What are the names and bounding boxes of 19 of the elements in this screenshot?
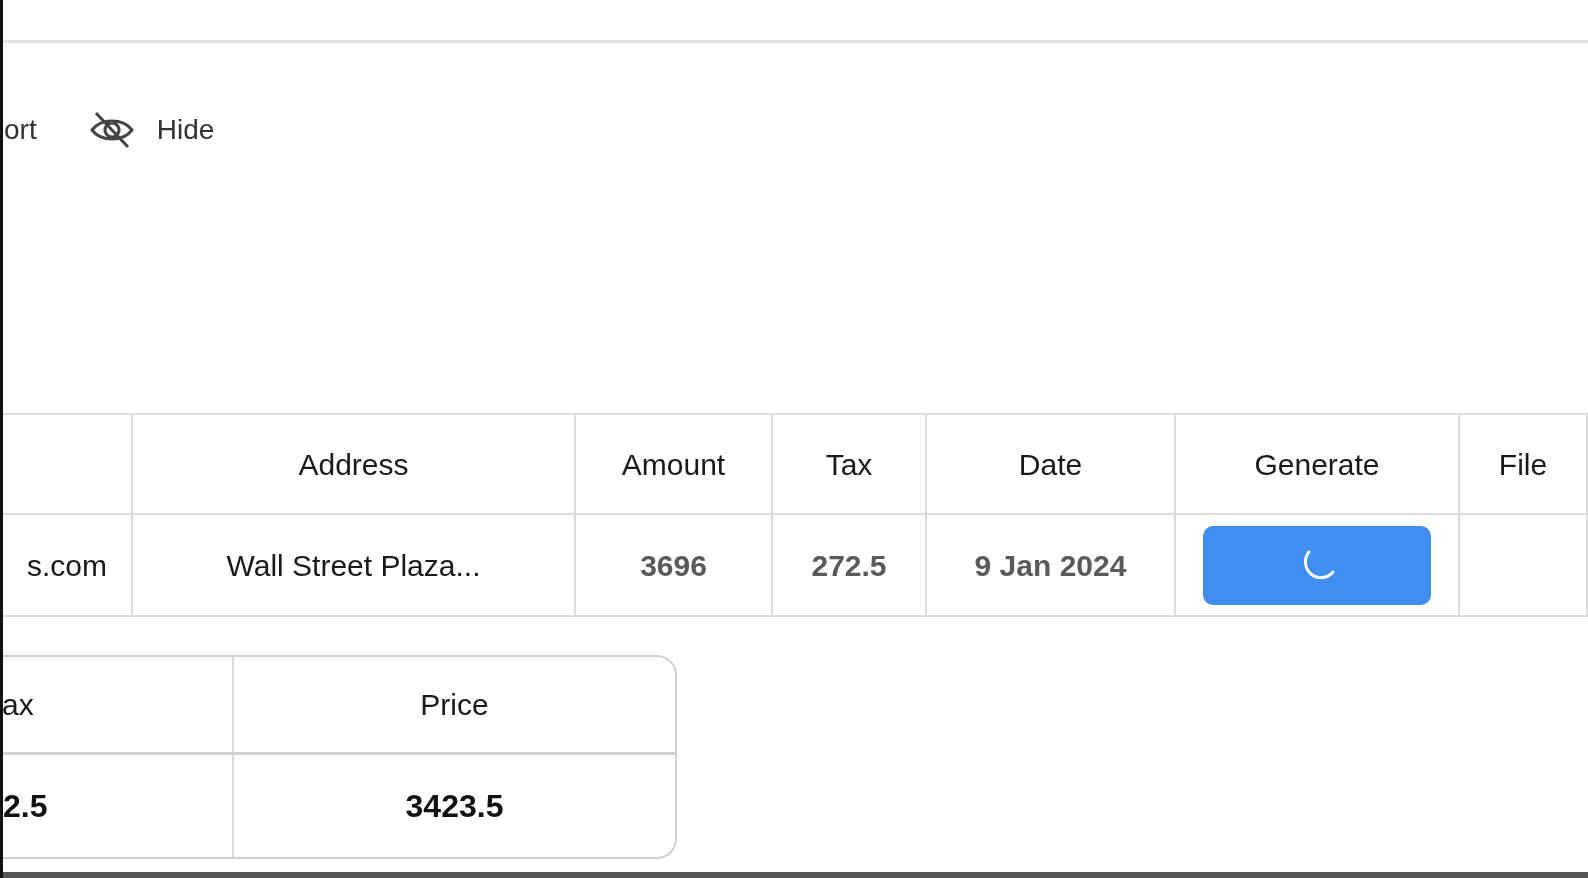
column-header: Tax bbox=[825, 446, 873, 483]
table-cell-text: 272.5 bbox=[811, 547, 887, 584]
eye-off-icon bbox=[88, 110, 135, 150]
table-cell-text: 3423.5 bbox=[405, 787, 504, 826]
toolbar-button[interactable]: ort bbox=[3, 109, 37, 151]
column-header: Price bbox=[420, 687, 489, 723]
column-header: File bbox=[1498, 446, 1548, 483]
column-header: Address bbox=[298, 446, 409, 483]
table-cell-text: 3696 bbox=[640, 547, 707, 584]
table-cell-text: 9 Jan 2024 bbox=[974, 547, 1127, 584]
column-header: Amount bbox=[621, 446, 726, 483]
table-cell-text: Wall Street Plaza... bbox=[226, 547, 481, 584]
generate-button[interactable] bbox=[1203, 525, 1431, 605]
table-cell-text: s.com bbox=[27, 547, 107, 584]
column-header: ax bbox=[3, 687, 34, 723]
hide-button[interactable]: Hide bbox=[88, 109, 215, 151]
column-header: Date bbox=[1018, 446, 1083, 483]
column-header: Generate bbox=[1254, 446, 1380, 483]
table-cell-text: 2.5 bbox=[3, 787, 48, 826]
